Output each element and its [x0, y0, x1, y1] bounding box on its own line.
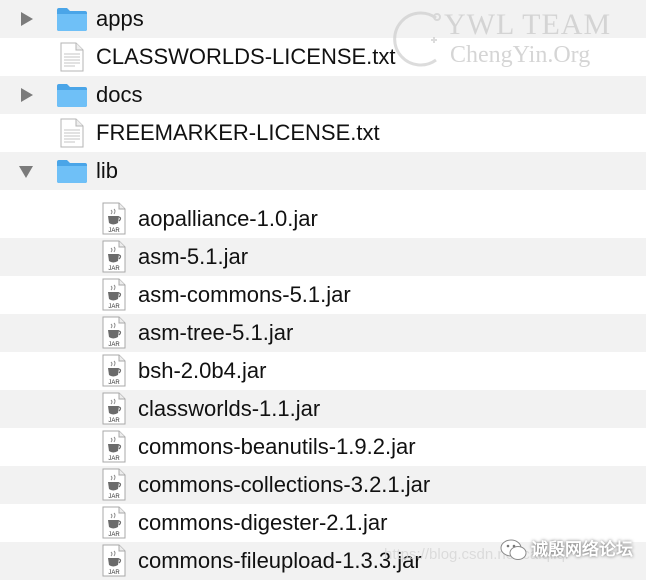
- text-document-icon: [60, 118, 84, 148]
- folder-icon: [57, 160, 87, 183]
- jar-file-icon: JAR: [102, 278, 126, 311]
- file-name: asm-tree-5.1.jar: [138, 320, 294, 345]
- copyright-c-icon: [393, 11, 441, 67]
- file-name: lib: [96, 158, 119, 183]
- wechat-account-name: 诚殷网络论坛: [531, 540, 633, 559]
- list-item-lib[interactable]: lib: [0, 152, 646, 190]
- watermark-title: YWL TEAM: [444, 8, 612, 41]
- wechat-icon: [500, 539, 527, 560]
- jar-file-icon: JAR: [102, 392, 126, 425]
- file-name: asm-5.1.jar: [138, 244, 249, 269]
- jar-badge: JAR: [108, 570, 120, 576]
- jar-file-icon: JAR: [102, 430, 126, 463]
- file-name: FREEMARKER-LICENSE.txt: [96, 120, 380, 145]
- jar-file-icon: JAR: [102, 544, 126, 577]
- list-item-jar[interactable]: JAR classworlds-1.1.jar: [0, 390, 646, 428]
- file-name: commons-beanutils-1.9.2.jar: [138, 434, 416, 459]
- jar-file-icon: JAR: [102, 468, 126, 501]
- watermark-logo: YWL TEAM ChengYin.Org: [388, 4, 646, 86]
- disclosure-triangle-right-icon[interactable]: [21, 12, 33, 26]
- file-list: apps CLASSWORLDS-LICENSE.txt docs FREEMA…: [0, 0, 646, 580]
- jar-badge: JAR: [108, 380, 120, 386]
- file-name: commons-fileupload-1.3.3.jar: [138, 548, 422, 573]
- list-item-freemarker-license[interactable]: FREEMARKER-LICENSE.txt: [0, 114, 646, 152]
- jar-file-icon: JAR: [102, 202, 126, 235]
- file-name: CLASSWORLDS-LICENSE.txt: [96, 44, 396, 69]
- jar-badge: JAR: [108, 456, 120, 462]
- jar-badge: JAR: [108, 304, 120, 310]
- file-name: commons-collections-3.2.1.jar: [138, 472, 431, 497]
- watermark-subtitle: ChengYin.Org: [450, 42, 591, 68]
- jar-file-icon: JAR: [102, 354, 126, 387]
- jar-badge: JAR: [108, 418, 120, 424]
- list-item-jar[interactable]: JAR asm-tree-5.1.jar: [0, 314, 646, 352]
- disclosure-triangle-right-icon[interactable]: [21, 88, 33, 102]
- list-item-jar[interactable]: JAR commons-beanutils-1.9.2.jar: [0, 428, 646, 466]
- wechat-watermark: 诚殷网络论坛: [497, 533, 645, 567]
- file-name: docs: [96, 82, 143, 107]
- jar-badge: JAR: [108, 266, 120, 272]
- list-item-jar[interactable]: JAR commons-collections-3.2.1.jar: [0, 466, 646, 504]
- file-name: classworlds-1.1.jar: [138, 396, 321, 421]
- file-name: bsh-2.0b4.jar: [138, 358, 267, 383]
- jar-file-icon: JAR: [102, 240, 126, 273]
- list-item-jar[interactable]: JAR bsh-2.0b4.jar: [0, 352, 646, 390]
- text-document-icon: [60, 42, 84, 72]
- folder-icon: [57, 84, 87, 107]
- jar-badge: JAR: [108, 342, 120, 348]
- list-item-jar[interactable]: JAR asm-5.1.jar: [0, 238, 646, 276]
- folder-icon: [57, 8, 87, 31]
- jar-badge: JAR: [108, 228, 120, 234]
- jar-file-icon: JAR: [102, 316, 126, 349]
- file-name: aopalliance-1.0.jar: [138, 206, 318, 231]
- jar-badge: JAR: [108, 494, 120, 500]
- jar-file-icon: JAR: [102, 506, 126, 539]
- file-name: asm-commons-5.1.jar: [138, 282, 351, 307]
- file-name: commons-digester-2.1.jar: [138, 510, 388, 535]
- file-name: apps: [96, 6, 144, 31]
- jar-badge: JAR: [108, 532, 120, 538]
- list-item-jar[interactable]: JAR aopalliance-1.0.jar: [0, 200, 646, 238]
- disclosure-triangle-down-icon[interactable]: [19, 166, 33, 178]
- list-item-jar[interactable]: JAR asm-commons-5.1.jar: [0, 276, 646, 314]
